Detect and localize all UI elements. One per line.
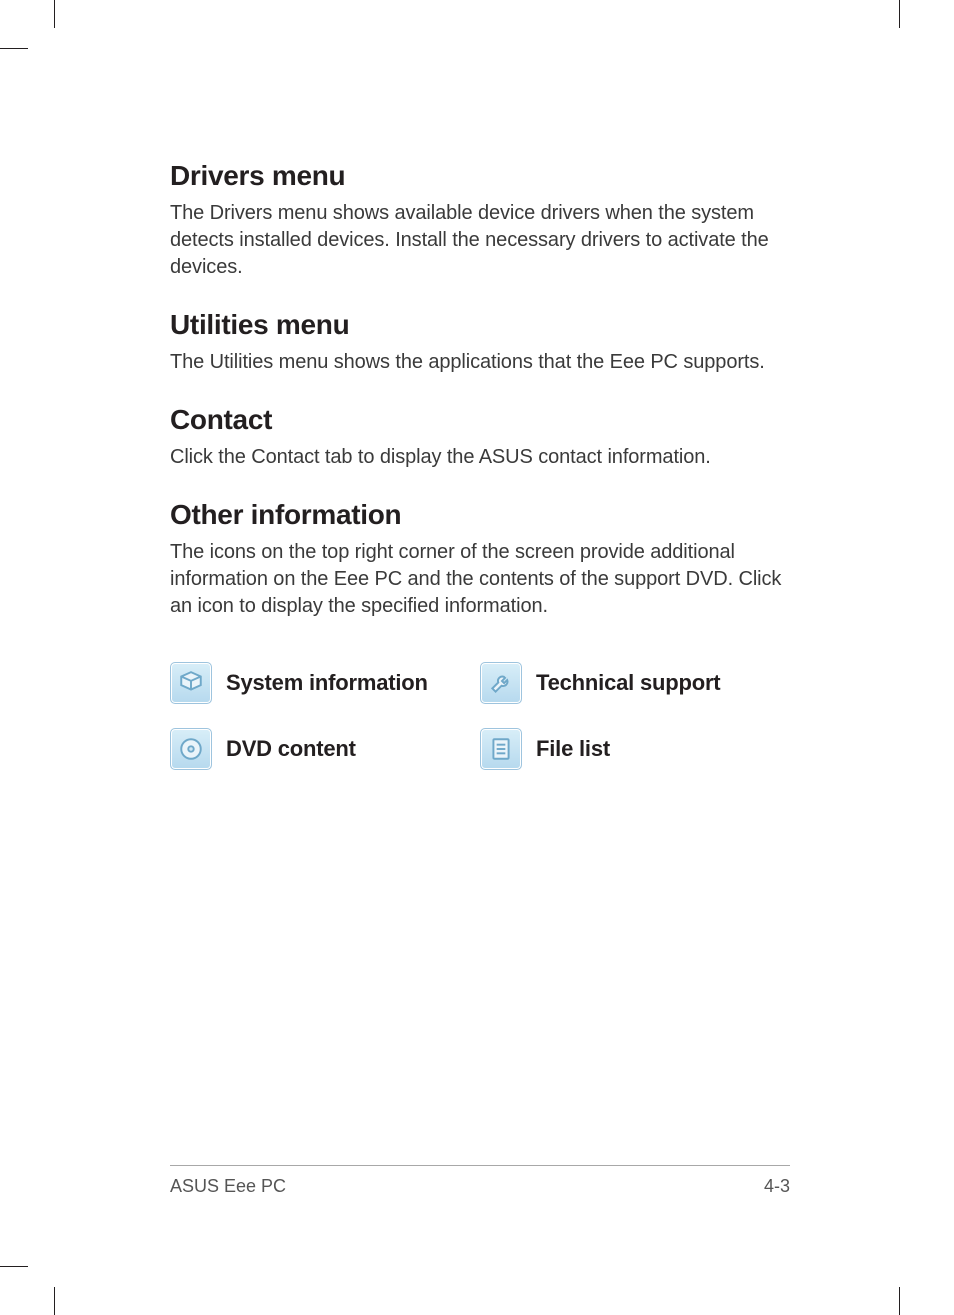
icon-label: System information bbox=[226, 670, 428, 696]
dvd-content-icon bbox=[170, 728, 212, 770]
heading-drivers-menu: Drivers menu bbox=[170, 160, 790, 192]
icon-item-technical-support: Technical support bbox=[480, 662, 790, 704]
body-other-information: The icons on the top right corner of the… bbox=[170, 539, 790, 620]
body-drivers-menu: The Drivers menu shows available device … bbox=[170, 200, 790, 281]
icon-label: Technical support bbox=[536, 670, 720, 696]
file-list-icon bbox=[480, 728, 522, 770]
page-footer: ASUS Eee PC 4-3 bbox=[170, 1165, 790, 1197]
crop-mark bbox=[899, 1287, 900, 1315]
body-utilities-menu: The Utilities menu shows the application… bbox=[170, 349, 790, 376]
icon-grid: System information Technical support bbox=[170, 662, 790, 770]
footer-rule bbox=[170, 1165, 790, 1166]
icon-item-dvd-content: DVD content bbox=[170, 728, 480, 770]
icon-label: DVD content bbox=[226, 736, 356, 762]
crop-mark bbox=[0, 1266, 28, 1267]
heading-contact: Contact bbox=[170, 404, 790, 436]
crop-mark bbox=[899, 0, 900, 28]
body-contact: Click the Contact tab to display the ASU… bbox=[170, 444, 790, 471]
page: Drivers menu The Drivers menu shows avai… bbox=[0, 0, 954, 1315]
heading-other-information: Other information bbox=[170, 499, 790, 531]
icon-item-system-information: System information bbox=[170, 662, 480, 704]
icon-item-file-list: File list bbox=[480, 728, 790, 770]
heading-utilities-menu: Utilities menu bbox=[170, 309, 790, 341]
icon-label: File list bbox=[536, 736, 610, 762]
footer-product-name: ASUS Eee PC bbox=[170, 1176, 286, 1197]
technical-support-icon bbox=[480, 662, 522, 704]
crop-mark bbox=[54, 1287, 55, 1315]
crop-mark bbox=[54, 0, 55, 28]
system-information-icon bbox=[170, 662, 212, 704]
footer-page-number: 4-3 bbox=[764, 1176, 790, 1197]
crop-mark bbox=[0, 48, 28, 49]
content-area: Drivers menu The Drivers menu shows avai… bbox=[170, 160, 790, 770]
